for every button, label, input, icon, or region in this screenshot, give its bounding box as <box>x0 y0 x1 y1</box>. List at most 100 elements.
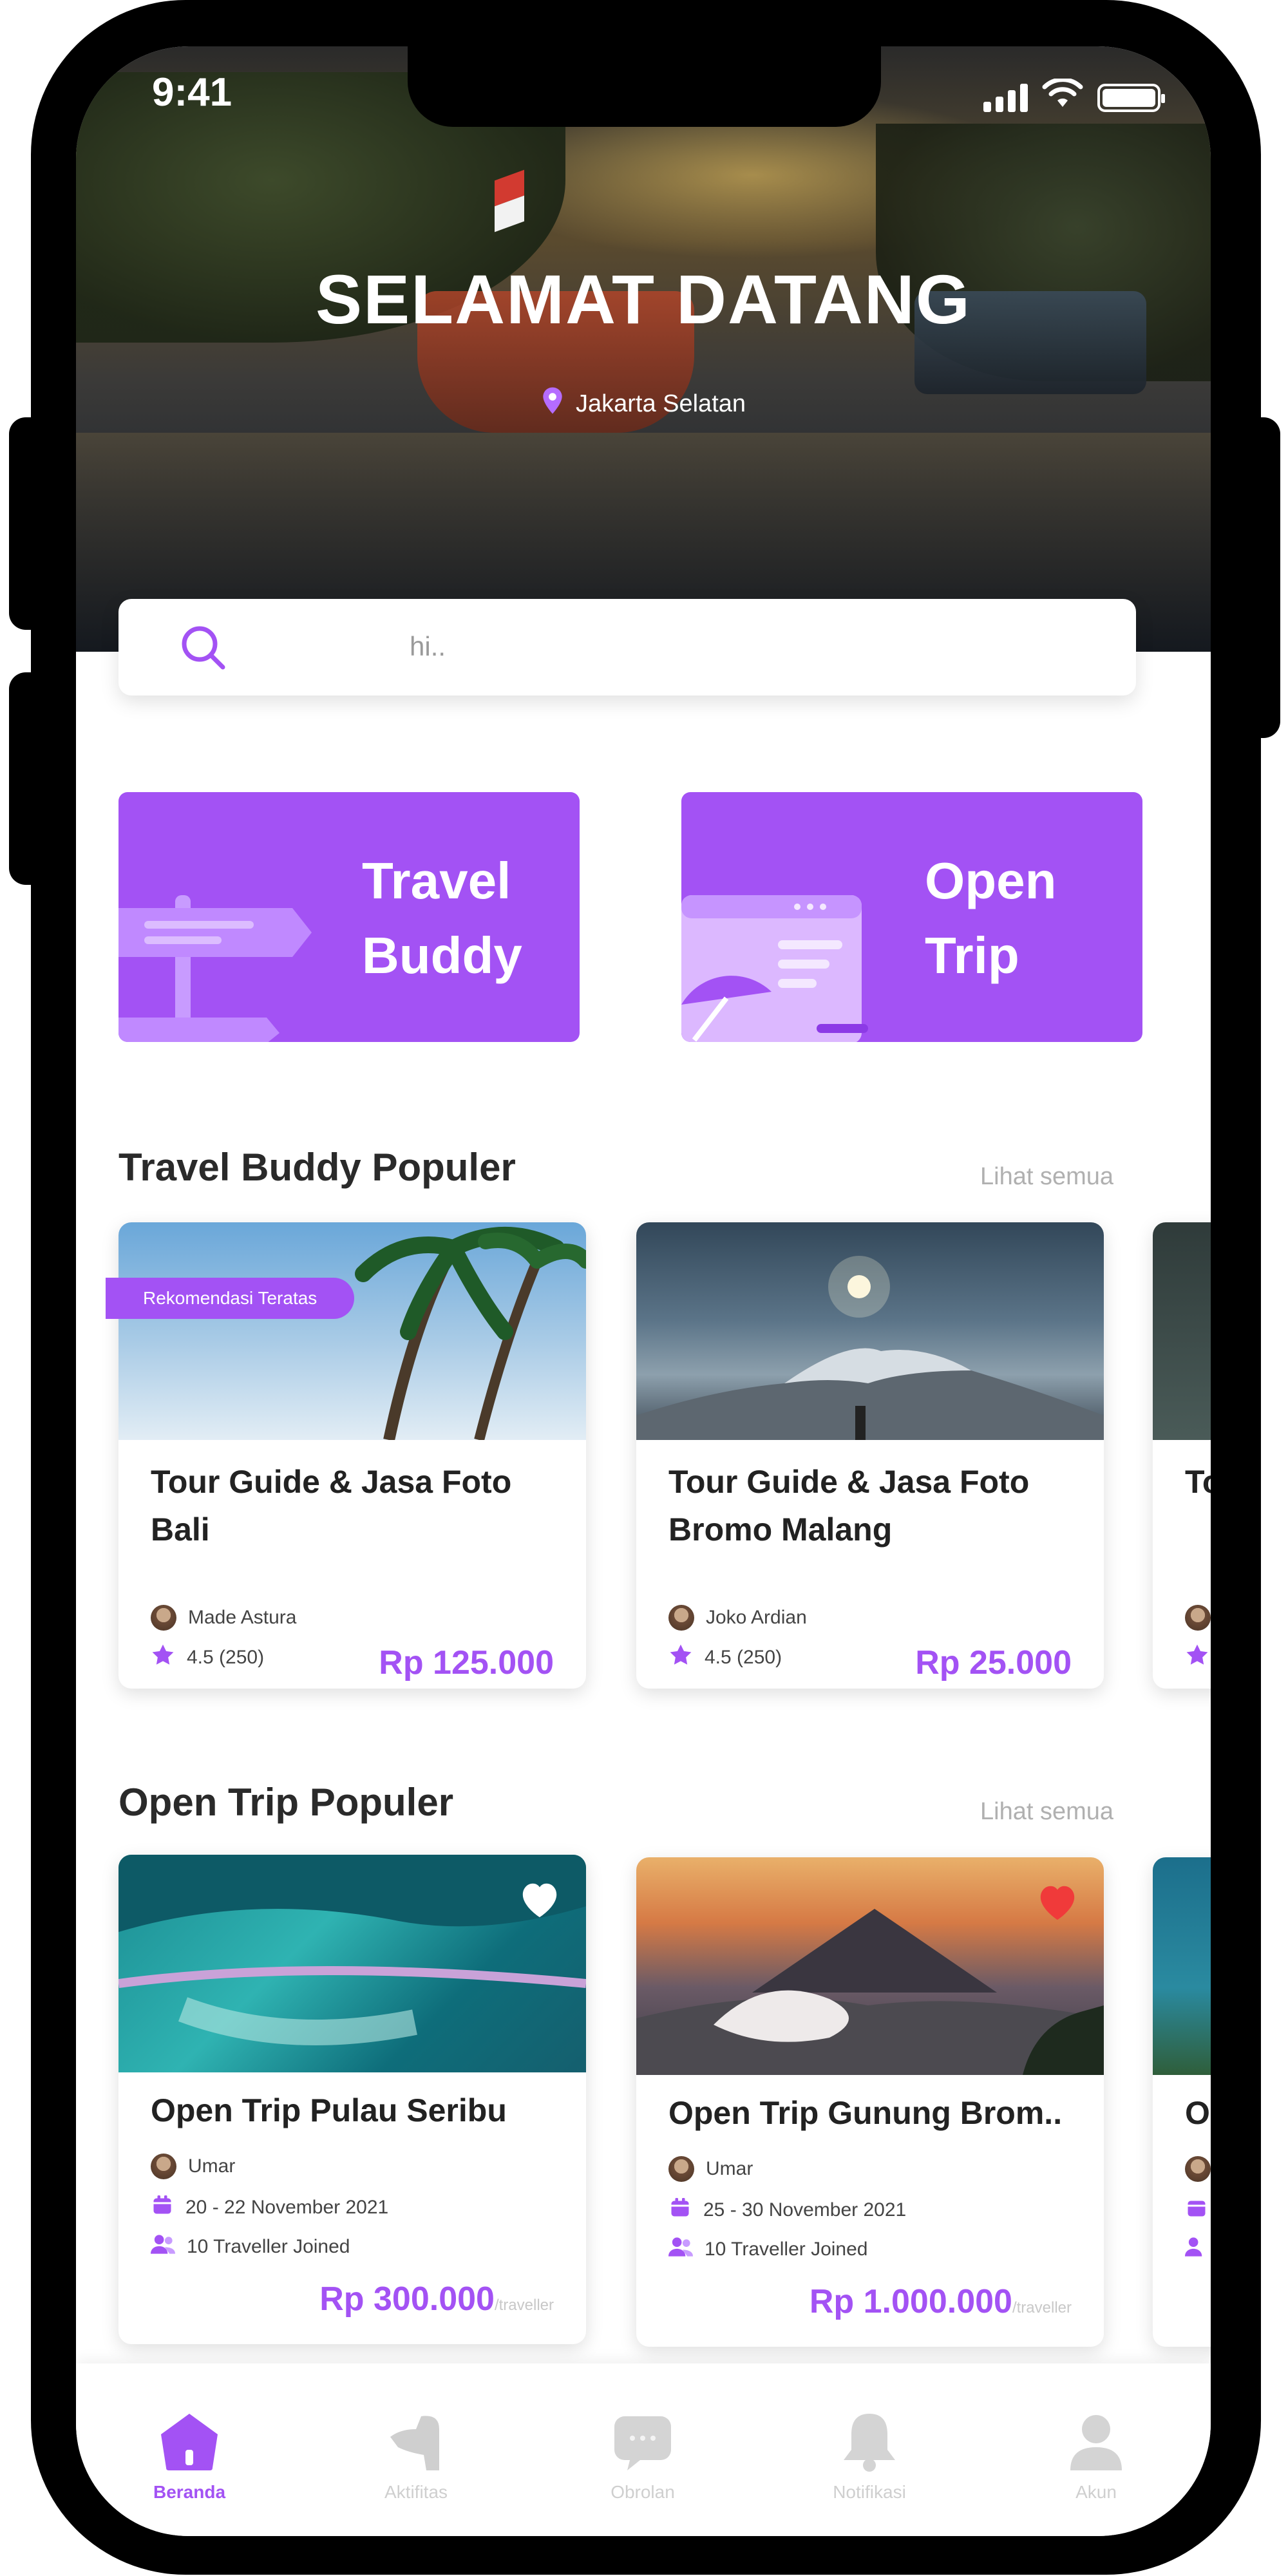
favorite-heart-icon[interactable] <box>516 1878 563 1922</box>
card-price: Rp 25.000 <box>915 1644 1072 1681</box>
recommended-badge: Rekomendasi Teratas <box>106 1278 355 1319</box>
card-title-line: Bali <box>151 1511 210 1548</box>
category-open-trip[interactable]: Open Trip <box>681 792 1142 1042</box>
nav-activity[interactable]: Aktifitas <box>303 2363 529 2536</box>
wifi-icon <box>1042 77 1083 112</box>
calendar-icon <box>151 2193 174 2222</box>
section-title-travel-buddy: Travel Buddy Populer <box>118 1146 516 1189</box>
users-icon <box>1185 2236 1209 2263</box>
nav-label: Obrolan <box>611 2482 675 2502</box>
users-icon <box>668 2236 693 2263</box>
card-title-line: Bromo Malang <box>668 1511 893 1548</box>
favorite-heart-icon[interactable] <box>1034 1880 1081 1924</box>
calendar-icon <box>668 2196 692 2224</box>
price-unit: /traveller <box>494 2297 554 2314</box>
price-unit: /traveller <box>1012 2299 1072 2316</box>
camera-notch <box>408 46 881 127</box>
category-line: Buddy <box>362 927 522 984</box>
guide-row <box>1185 1605 1211 1631</box>
app-screen: SELAMAT DATANG Jakarta Selatan 9:41 hi..… <box>76 46 1211 2536</box>
users-icon <box>151 2233 175 2260</box>
see-all-travel-buddy[interactable]: Lihat semua <box>980 1163 1113 1191</box>
location-label: Jakarta Selatan <box>575 390 746 417</box>
date-row: 25 - 30 November 2021 <box>668 2196 906 2224</box>
card-title-line: Tour Guide & Jasa Foto <box>151 1464 512 1500</box>
open-trip-card[interactable]: Open Trip Gunung Brom.. Umar 25 - 30 Nov… <box>636 1857 1104 2347</box>
nav-home[interactable]: Beranda <box>76 2363 303 2536</box>
date-row <box>1185 2196 1208 2224</box>
joined-row: 10 Traveller Joined <box>151 2233 350 2260</box>
travel-buddy-card[interactable]: To <box>1153 1222 1211 1689</box>
price-amount: Rp 300.000 <box>319 2280 495 2318</box>
avatar <box>668 2156 694 2182</box>
category-line: Trip <box>925 927 1019 984</box>
card-title: To <box>1185 1458 1211 1506</box>
nav-label: Beranda <box>153 2482 226 2502</box>
phone-mockup: SELAMAT DATANG Jakarta Selatan 9:41 hi..… <box>0 0 1288 2576</box>
activity-icon <box>383 2409 450 2478</box>
category-label-travel-buddy: Travel Buddy <box>362 844 522 993</box>
rating-value: 4.5 (250) <box>705 1647 782 1668</box>
section-title-open-trip: Open Trip Populer <box>118 1781 454 1824</box>
nav-label: Akun <box>1075 2482 1117 2502</box>
host-row <box>1185 2156 1211 2182</box>
search-bar[interactable]: hi.. <box>118 599 1136 696</box>
open-trip-card[interactable]: Open Trip Pulau Seribu Umar 20 - 22 Nove… <box>118 1855 586 2344</box>
avatar <box>668 1605 694 1631</box>
nav-label: Aktifitas <box>384 2482 448 2502</box>
card-title: Open Trip Gunung Brom.. <box>668 2095 1063 2131</box>
category-line: Open <box>925 852 1057 909</box>
nav-chat[interactable]: Obrolan <box>529 2363 756 2536</box>
location-row[interactable]: Jakarta Selatan <box>76 386 1211 421</box>
rating-row <box>1185 1643 1209 1672</box>
see-all-open-trip[interactable]: Lihat semua <box>980 1798 1113 1826</box>
nav-notification[interactable]: Notifikasi <box>756 2363 983 2536</box>
joined-row <box>1185 2236 1209 2263</box>
guide-row: Joko Ardian <box>668 1605 807 1631</box>
nav-label: Notifikasi <box>833 2482 906 2502</box>
signal-icon <box>983 82 1028 112</box>
guide-name: Joko Ardian <box>706 1607 807 1628</box>
calendar-icon <box>1185 2196 1208 2224</box>
rating-row: 4.5 (250) <box>151 1643 264 1672</box>
home-icon <box>156 2409 223 2478</box>
price-amount: Rp 1.000.000 <box>809 2283 1012 2320</box>
rating-value: 4.5 (250) <box>187 1647 265 1668</box>
trip-dates: 25 - 30 November 2021 <box>703 2199 907 2221</box>
date-row: 20 - 22 November 2021 <box>151 2193 388 2222</box>
bottom-navigation: Beranda Aktifitas Obrolan Notifikasi Aku… <box>76 2363 1211 2536</box>
chat-icon <box>609 2409 676 2478</box>
status-time: 9:41 <box>152 70 232 115</box>
travel-buddy-card[interactable]: Tour Guide & Jasa Foto Bromo Malang Joko… <box>636 1222 1104 1689</box>
avatar <box>151 2154 176 2179</box>
hero-banner: SELAMAT DATANG Jakarta Selatan <box>76 46 1211 652</box>
avatar <box>1185 2156 1211 2182</box>
battery-icon <box>1097 84 1165 112</box>
card-photo-bali <box>118 1222 586 1440</box>
avatar <box>1185 1605 1211 1631</box>
trip-dates: 20 - 22 November 2021 <box>185 2197 389 2218</box>
search-input[interactable]: hi.. <box>410 631 446 662</box>
category-label-open-trip: Open Trip <box>925 844 1056 993</box>
card-price: Rp 1.000.000/traveller <box>810 2282 1072 2321</box>
search-icon[interactable] <box>179 623 228 675</box>
open-trip-card[interactable]: O <box>1153 1857 1211 2347</box>
guide-row: Made Astura <box>151 1605 296 1631</box>
card-photo <box>1153 1857 1211 2075</box>
joined-count: 10 Traveller Joined <box>705 2239 868 2260</box>
location-pin-icon <box>541 386 564 421</box>
category-travel-buddy[interactable]: Travel Buddy <box>118 792 580 1042</box>
avatar <box>151 1605 176 1631</box>
browser-beach-icon <box>681 889 875 1042</box>
guide-name: Made Astura <box>188 1607 297 1628</box>
card-title: Open Trip Pulau Seribu <box>151 2092 507 2128</box>
card-title: Tour Guide & Jasa Foto Bromo Malang <box>668 1458 1029 1553</box>
card-title-line: To <box>1185 1464 1211 1500</box>
card-photo <box>1153 1222 1211 1440</box>
host-row: Umar <box>668 2156 753 2182</box>
card-title: Tour Guide & Jasa Foto Bali <box>151 1458 511 1553</box>
host-name: Umar <box>706 2158 753 2179</box>
nav-account[interactable]: Akun <box>983 2363 1209 2536</box>
user-icon <box>1063 2409 1130 2478</box>
bell-icon <box>836 2409 903 2478</box>
